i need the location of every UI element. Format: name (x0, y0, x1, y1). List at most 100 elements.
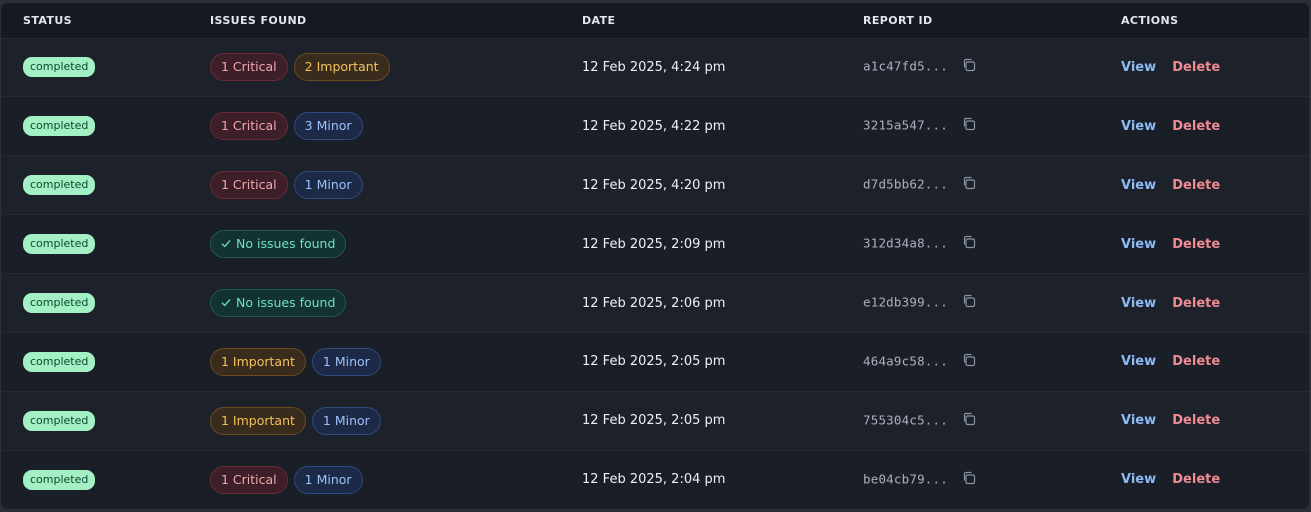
view-button[interactable]: View (1121, 237, 1156, 252)
issue-badge-critical: 1 Critical (210, 112, 288, 141)
table-row: completed 1 Critical 3 Minor 12 Feb 2025,… (1, 96, 1309, 156)
delete-button[interactable]: Delete (1172, 354, 1220, 369)
copy-icon[interactable] (962, 235, 976, 253)
delete-button[interactable]: Delete (1172, 296, 1220, 311)
status-badge: completed (23, 410, 96, 431)
status-cell: completed (1, 97, 210, 156)
report-id: be04cb79... (863, 471, 948, 487)
status-cell: completed (1, 274, 210, 333)
delete-button[interactable]: Delete (1172, 60, 1220, 75)
issue-badge-label: 1 Important (221, 353, 295, 369)
check-icon (221, 295, 231, 310)
issue-badge-important: 1 Important (210, 406, 306, 435)
header-actions: ACTIONS (1121, 13, 1179, 27)
delete-button[interactable]: Delete (1172, 178, 1220, 193)
issue-badge-label: 3 Minor (304, 118, 352, 134)
actions-cell: View Delete (1121, 450, 1309, 509)
issue-badge-critical: 1 Critical (210, 53, 288, 82)
actions-cell: View Delete (1121, 97, 1309, 156)
status-badge: completed (23, 234, 96, 255)
issue-badge-minor: 3 Minor (293, 112, 363, 141)
report-date: 12 Feb 2025, 2:04 pm (582, 472, 726, 488)
issue-badge-minor: 1 Minor (311, 406, 381, 435)
table-header: STATUS ISSUES FOUND DATE REPORT ID ACTIO… (1, 3, 1309, 38)
issue-badge-important: 2 Important (293, 53, 390, 82)
copy-icon[interactable] (962, 412, 976, 430)
report-id-cell: 3215a547... (863, 97, 1121, 156)
delete-button[interactable]: Delete (1172, 119, 1220, 134)
table-row: completed No issues found 12 Feb 2025, 2… (1, 273, 1309, 333)
actions-cell: View Delete (1121, 156, 1309, 215)
status-cell: completed (1, 156, 210, 215)
report-id-cell: e12db399... (863, 274, 1121, 333)
copy-icon[interactable] (962, 58, 976, 76)
status-badge: completed (23, 116, 96, 137)
copy-icon[interactable] (962, 176, 976, 194)
header-report-id: REPORT ID (863, 13, 933, 27)
table-row: completed 1 Important 1 Minor 12 Feb 2025… (1, 391, 1309, 451)
issues-cell: 1 Critical 1 Minor (210, 156, 582, 215)
issue-badge-label: 1 Important (221, 412, 295, 428)
report-id: e12db399... (863, 294, 948, 310)
actions-cell: View Delete (1121, 332, 1309, 391)
view-button[interactable]: View (1121, 354, 1156, 369)
issue-badge-label: 1 Minor (304, 471, 352, 487)
issue-badge-none: No issues found (210, 230, 347, 259)
copy-icon[interactable] (962, 471, 976, 489)
date-cell: 12 Feb 2025, 2:05 pm (582, 391, 863, 450)
actions-cell: View Delete (1121, 391, 1309, 450)
status-badge: completed (23, 175, 96, 196)
report-id: 3215a547... (863, 117, 948, 133)
actions-cell: View Delete (1121, 38, 1309, 97)
header-status: STATUS (23, 13, 72, 27)
reports-table-container: STATUS ISSUES FOUND DATE REPORT ID ACTIO… (1, 3, 1309, 509)
issue-badge-label: 1 Minor (304, 177, 352, 193)
report-id-cell: a1c47fd5... (863, 38, 1121, 97)
date-cell: 12 Feb 2025, 2:06 pm (582, 274, 863, 333)
copy-icon[interactable] (962, 353, 976, 371)
issue-badge-critical: 1 Critical (210, 171, 288, 200)
issue-badge-critical: 1 Critical (210, 465, 288, 494)
status-cell: completed (1, 450, 210, 509)
issue-badge-label: No issues found (236, 236, 336, 252)
issue-badge-label: 1 Critical (221, 177, 277, 193)
report-id: 464a9c58... (863, 353, 948, 369)
delete-button[interactable]: Delete (1172, 472, 1220, 487)
view-button[interactable]: View (1121, 413, 1156, 428)
report-id: d7d5bb62... (863, 176, 948, 192)
date-cell: 12 Feb 2025, 4:20 pm (582, 156, 863, 215)
status-cell: completed (1, 38, 210, 97)
actions-cell: View Delete (1121, 274, 1309, 333)
header-row: STATUS ISSUES FOUND DATE REPORT ID ACTIO… (1, 3, 1309, 38)
table-row: completed 1 Critical 1 Minor 12 Feb 2025,… (1, 450, 1309, 509)
issues-cell: 1 Important 1 Minor (210, 391, 582, 450)
issue-badge-none: No issues found (210, 289, 347, 317)
issue-badge-label: 1 Critical (221, 471, 277, 487)
date-cell: 12 Feb 2025, 2:09 pm (582, 215, 863, 274)
status-cell: completed (1, 215, 210, 274)
date-cell: 12 Feb 2025, 2:05 pm (582, 332, 863, 391)
view-button[interactable]: View (1121, 60, 1156, 75)
report-date: 12 Feb 2025, 4:20 pm (582, 177, 726, 193)
delete-button[interactable]: Delete (1172, 237, 1220, 252)
copy-icon[interactable] (962, 294, 976, 312)
report-id-cell: 464a9c58... (863, 332, 1121, 391)
issue-badge-minor: 1 Minor (293, 171, 363, 200)
report-id-cell: 755304c5... (863, 391, 1121, 450)
view-button[interactable]: View (1121, 472, 1156, 487)
view-button[interactable]: View (1121, 296, 1156, 311)
report-id: 755304c5... (863, 412, 948, 428)
report-date: 12 Feb 2025, 4:24 pm (582, 59, 726, 75)
issue-badge-label: 1 Minor (322, 412, 370, 428)
view-button[interactable]: View (1121, 119, 1156, 134)
issue-badge-important: 1 Important (210, 347, 306, 376)
issue-badge-minor: 1 Minor (311, 347, 381, 376)
copy-icon[interactable] (962, 117, 976, 135)
delete-button[interactable]: Delete (1172, 413, 1220, 428)
report-id-cell: d7d5bb62... (863, 156, 1121, 215)
table-row: completed 1 Critical 1 Minor 12 Feb 2025,… (1, 155, 1309, 215)
issues-cell: 1 Critical 2 Important (210, 38, 582, 97)
issues-cell: No issues found (210, 215, 582, 274)
report-id: 312d34a8... (863, 235, 948, 251)
view-button[interactable]: View (1121, 178, 1156, 193)
